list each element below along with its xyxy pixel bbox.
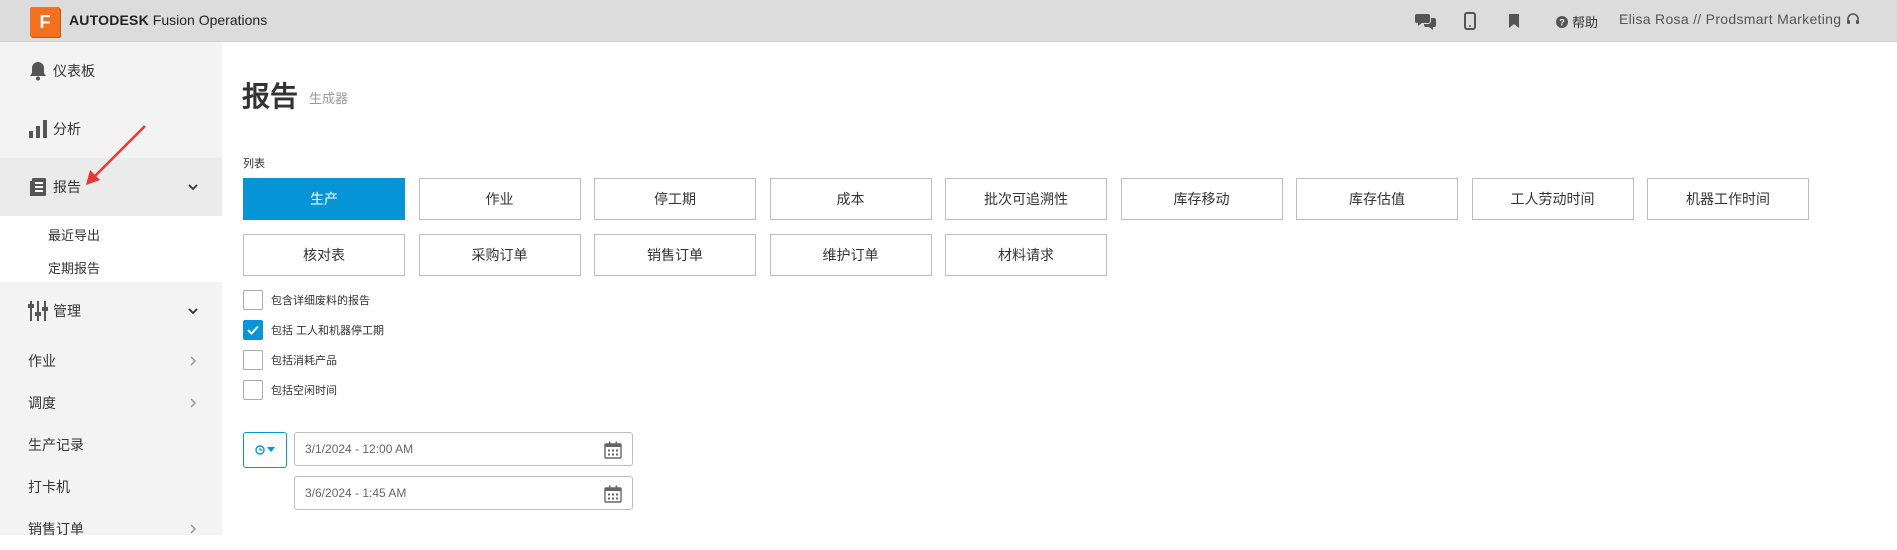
fusion-logo[interactable]: F bbox=[30, 7, 60, 37]
report-type-button[interactable]: 批次可追溯性 bbox=[945, 178, 1107, 220]
sidebar-item-manage[interactable]: 管理 bbox=[0, 282, 222, 340]
option-label: 包括空闲时间 bbox=[271, 385, 337, 397]
reports-submenu: 最近导出 定期报告 bbox=[0, 216, 222, 282]
report-type-button[interactable]: 维护订单 bbox=[769, 234, 932, 276]
svg-text:?: ? bbox=[1559, 17, 1565, 27]
sliders-icon bbox=[27, 300, 49, 322]
sidebar: 仪表板 分析 报告 最近导出 定期报告 管理 作业 调度 生产记录 打卡机 销售… bbox=[0, 42, 222, 537]
user-label: Elisa Rosa // Prodsmart Marketing bbox=[1619, 11, 1842, 27]
sidebar-item-label: 作业 bbox=[28, 353, 56, 369]
start-date-input[interactable] bbox=[295, 433, 585, 465]
main-content: 报告 生成器 列表 生产 作业 停工期 成本 批次可追溯性 库存移动 库存估值 工人劳动时间机… bbox=[222, 42, 1897, 535]
sidebar-item-analytics[interactable]: 分析 bbox=[0, 100, 222, 158]
submenu-recent-exports[interactable]: 最近导出 bbox=[48, 225, 100, 244]
help-label: 帮助 bbox=[1572, 15, 1599, 30]
list-label: 列表 bbox=[243, 158, 265, 170]
checkbox-checked[interactable] bbox=[243, 320, 263, 340]
user-menu[interactable]: Elisa Rosa // Prodsmart Marketing bbox=[1619, 11, 1860, 27]
chevron-down-icon bbox=[188, 308, 198, 315]
report-type-button[interactable]: 核对表 bbox=[243, 234, 405, 276]
sidebar-item-label: 调度 bbox=[28, 395, 56, 411]
chat-icon[interactable] bbox=[1415, 10, 1437, 32]
page-title: 报告 bbox=[242, 81, 299, 112]
report-type-button[interactable]: 库存估值 bbox=[1296, 178, 1458, 220]
option-detailed-scrap[interactable]: 包含详细废料的报告 bbox=[243, 290, 370, 310]
sidebar-item-dashboard[interactable]: 仪表板 bbox=[0, 42, 222, 100]
chevron-down-icon bbox=[188, 184, 198, 191]
bar-chart-icon bbox=[27, 118, 49, 140]
report-icon bbox=[27, 176, 49, 198]
sidebar-item-label: 报告 bbox=[53, 179, 81, 195]
option-consumed-products[interactable]: 包括消耗产品 bbox=[243, 350, 337, 370]
sidebar-item-label: 分析 bbox=[53, 121, 81, 137]
report-type-button[interactable]: 作业 bbox=[418, 178, 581, 220]
end-date-field[interactable] bbox=[294, 476, 633, 510]
chevron-right-icon bbox=[190, 524, 197, 534]
top-bar: F AUTODESK Fusion Operations ? 帮助 Elisa … bbox=[0, 0, 1897, 42]
checkbox[interactable] bbox=[243, 380, 263, 400]
start-date-field[interactable] bbox=[294, 432, 633, 466]
headset-icon bbox=[1847, 13, 1860, 24]
sidebar-item-label: 销售订单 bbox=[28, 521, 84, 537]
report-type-button[interactable]: 采购订单 bbox=[418, 234, 581, 276]
mobile-icon[interactable] bbox=[1459, 10, 1481, 32]
sidebar-item-scheduling[interactable]: 调度 bbox=[0, 382, 222, 424]
page-subtitle: 生成器 bbox=[309, 91, 349, 106]
sidebar-item-production-records[interactable]: 生产记录 bbox=[0, 424, 222, 466]
report-type-button[interactable]: 工人劳动时间 bbox=[1471, 178, 1634, 220]
report-type-button[interactable]: 销售订单 bbox=[594, 234, 756, 276]
calendar-icon[interactable] bbox=[604, 485, 622, 503]
report-type-button[interactable]: 停工期 bbox=[594, 178, 756, 220]
checkbox[interactable] bbox=[243, 350, 263, 370]
bookmark-icon[interactable] bbox=[1503, 10, 1525, 32]
help-link[interactable]: ? 帮助 bbox=[1556, 12, 1598, 31]
report-type-button[interactable]: 材料请求 bbox=[945, 234, 1107, 276]
sidebar-item-jobs[interactable]: 作业 bbox=[0, 340, 222, 382]
report-type-button[interactable]: 生产 bbox=[243, 178, 405, 220]
chevron-right-icon bbox=[190, 398, 197, 408]
caret-down-icon bbox=[267, 447, 275, 452]
brand-bold: AUTODESK bbox=[69, 12, 149, 28]
brand-product: Fusion Operations bbox=[148, 12, 268, 28]
option-include-downtime[interactable]: 包括 工人和机器停工期 bbox=[243, 320, 384, 340]
option-label: 包括消耗产品 bbox=[271, 355, 337, 367]
calendar-icon[interactable] bbox=[604, 441, 622, 459]
chevron-right-icon bbox=[190, 356, 197, 366]
question-circle-icon: ? bbox=[1556, 15, 1568, 28]
option-label: 包含详细废料的报告 bbox=[271, 295, 370, 307]
checkbox[interactable] bbox=[243, 290, 263, 310]
submenu-scheduled-reports[interactable]: 定期报告 bbox=[48, 258, 100, 277]
sidebar-item-reports[interactable]: 报告 bbox=[0, 158, 222, 216]
brand-name: AUTODESK Fusion Operations bbox=[69, 12, 267, 28]
end-date-input[interactable] bbox=[295, 477, 585, 509]
report-type-button[interactable]: 机器工作时间 bbox=[1647, 178, 1809, 220]
sidebar-item-time-clock[interactable]: 打卡机 bbox=[0, 466, 222, 508]
sidebar-item-sales-orders[interactable]: 销售订单 bbox=[0, 508, 222, 550]
sidebar-item-label: 仪表板 bbox=[53, 63, 95, 79]
sidebar-item-label: 管理 bbox=[53, 303, 81, 319]
checkmark-icon bbox=[247, 325, 259, 335]
report-type-button[interactable]: 成本 bbox=[769, 178, 932, 220]
bell-icon bbox=[27, 60, 49, 82]
option-idle-time[interactable]: 包括空闲时间 bbox=[243, 380, 337, 400]
sidebar-item-label: 生产记录 bbox=[28, 437, 84, 453]
option-label: 包括 工人和机器停工期 bbox=[271, 325, 385, 337]
report-type-button[interactable]: 库存移动 bbox=[1120, 178, 1283, 220]
clock-icon bbox=[255, 445, 265, 455]
timezone-dropdown-button[interactable] bbox=[243, 432, 287, 468]
sidebar-item-label: 打卡机 bbox=[28, 479, 70, 495]
